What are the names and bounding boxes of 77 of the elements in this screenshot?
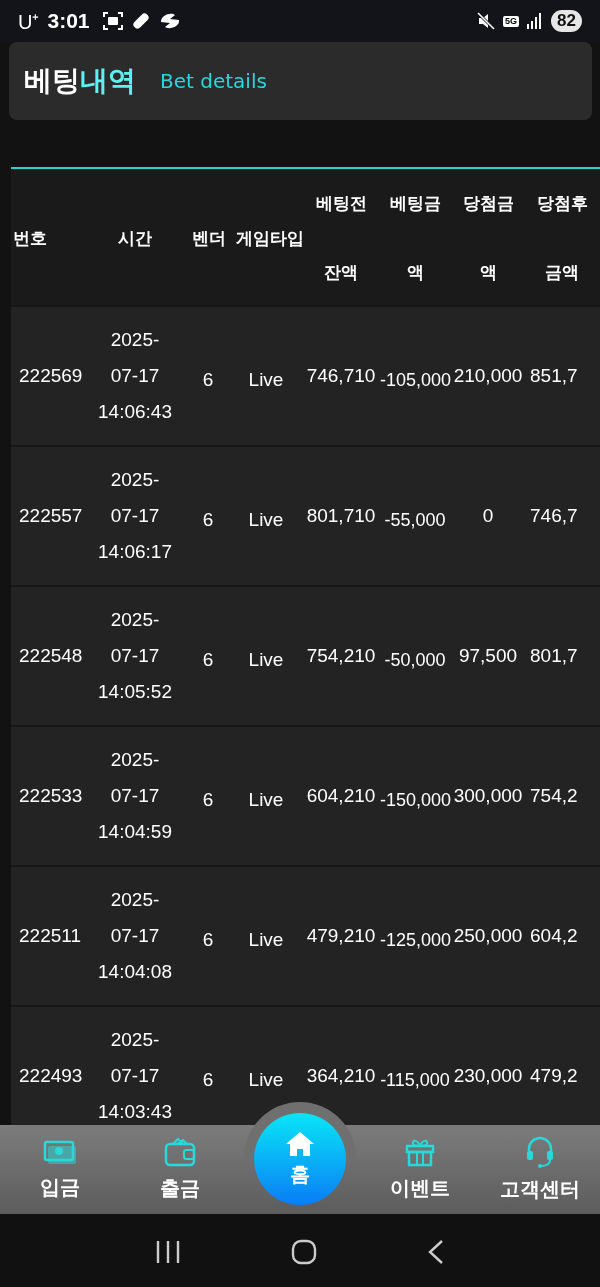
table-cell-text: -115,000 [380, 1069, 450, 1092]
table-cell-text: 6 [201, 368, 215, 392]
table-cell-text: Live [247, 368, 285, 392]
table-cell-text: 364,210 [305, 1064, 377, 1088]
gift-icon [405, 1137, 435, 1167]
table-cell-text: 230,000 [452, 1064, 524, 1088]
signal-icon [527, 13, 544, 29]
table-cell-text: -105,000 [380, 369, 450, 392]
table-cell-text: 300,000 [452, 784, 524, 808]
nav-item[interactable]: 출금 [120, 1125, 240, 1214]
headset-icon [525, 1136, 555, 1168]
table-cell-text: 2025- 07-17 14:05:52 [97, 608, 173, 704]
carrier-label: U⁺ [18, 9, 40, 35]
table-cell-text: 479,210 [305, 924, 377, 948]
network-badge: 5G [503, 15, 520, 27]
table-cell-text: -50,000 [383, 649, 447, 672]
table-cell-text: Live [247, 508, 285, 532]
table-cell-text: 6 [201, 508, 215, 532]
table-cell-text: 222511 [18, 924, 82, 948]
battery-level: 82 [551, 10, 582, 32]
cash-icon [43, 1138, 77, 1166]
table-cell-text: 746,7 [529, 504, 579, 528]
table-cell-text: 250,000 [452, 924, 524, 948]
table-cell-text: 2025- 07-17 14:04:59 [97, 748, 173, 844]
table-cell-text: 222533 [18, 784, 84, 808]
table-cell-text: 222569 [18, 364, 84, 388]
table-cell-text: 754,210 [305, 644, 377, 668]
table-cell-text: Live [247, 928, 285, 952]
table-cell-text: Live [247, 1068, 285, 1092]
table-cell-text: 210,000 [452, 364, 524, 388]
column-header: 게임타입 [235, 226, 302, 250]
table-cell-text: 222557 [18, 504, 84, 528]
table-cell-text: Live [247, 648, 285, 672]
column-header: 당첨후 금액 [535, 192, 589, 284]
table-cell-text: 6 [201, 648, 215, 672]
screenshot-icon [103, 12, 124, 30]
table-cell-text: 851,7 [529, 364, 579, 388]
table-cell-text: 222548 [18, 644, 84, 668]
table-cell-text: -55,000 [383, 509, 447, 532]
table-cell-text: 6 [201, 1068, 215, 1092]
table-cell-text: 2025- 07-17 14:06:17 [97, 468, 173, 564]
wallet-icon [164, 1137, 196, 1167]
table-cell-text: 2025- 07-17 14:06:43 [97, 328, 173, 424]
nav-item[interactable]: 고객센터 [480, 1125, 600, 1214]
column-header: 시간 [117, 226, 153, 250]
table-cell-text: 6 [201, 928, 215, 952]
table-cell-text: 0 [481, 504, 495, 528]
recent-apps-icon[interactable] [155, 1239, 181, 1264]
table-cell-text: 801,7 [529, 644, 579, 668]
table-cell-text: 2025- 07-17 14:04:08 [97, 888, 173, 984]
mute-icon [477, 12, 496, 30]
back-icon[interactable] [427, 1238, 445, 1265]
page-title: 베팅내역 [24, 63, 136, 99]
table-cell-text: 604,2 [529, 924, 579, 948]
column-header: 베팅금 액 [388, 192, 442, 284]
table-cell-text: 97,500 [457, 644, 519, 668]
table-cell-text: -150,000 [380, 789, 450, 812]
table-cell-text: Live [247, 788, 285, 812]
table-cell-text: 746,710 [305, 364, 377, 388]
table-cell-text: -125,000 [380, 929, 450, 952]
clock: 3:01 [47, 9, 90, 33]
table-cell-text: 222493 [18, 1064, 84, 1088]
table-cell-text: 479,2 [529, 1064, 579, 1088]
column-header: 벤더 [191, 226, 227, 250]
home-nav-icon[interactable] [291, 1238, 317, 1265]
page-subtitle: Bet details [160, 69, 267, 93]
table-cell-text: 801,710 [305, 504, 377, 528]
nav-item[interactable]: 입금 [0, 1125, 120, 1214]
column-header: 당첨금 액 [461, 192, 515, 284]
table-cell-text: 2025- 07-17 14:03:43 [97, 1028, 173, 1124]
nav-item[interactable]: 이벤트 [360, 1125, 480, 1214]
table-cell-text: 6 [201, 788, 215, 812]
column-header: 번호 [12, 226, 48, 250]
home-icon [285, 1130, 315, 1157]
table-cell-text: 604,210 [305, 784, 377, 808]
column-header: 베팅전 잔액 [314, 192, 368, 284]
table-cell-text: 754,2 [529, 784, 579, 808]
